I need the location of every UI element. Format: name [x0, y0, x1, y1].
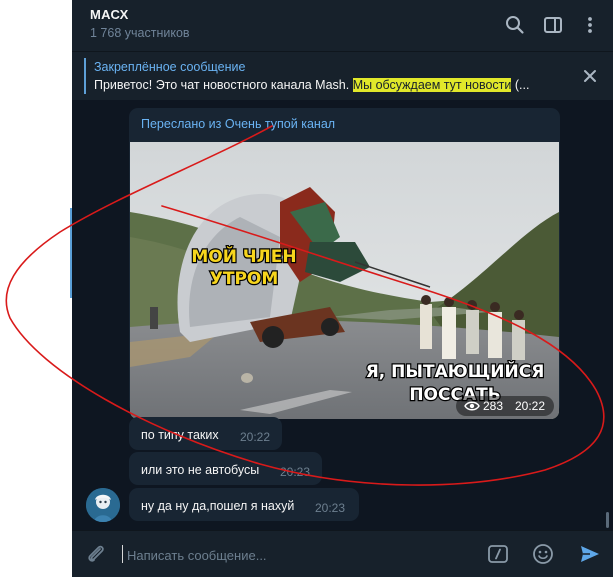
chat-window: МАСХ 1 768 участников Закреплённое сообщ…: [72, 0, 613, 577]
meme-top-line-1: МОЙ ЧЛЕН: [191, 245, 296, 267]
message-time: 20:23: [315, 501, 346, 515]
forwarded-message[interactable]: Переслано из Очень тупой канал МОЙ ЧЛЕН …: [129, 108, 560, 419]
scrollbar[interactable]: [606, 512, 609, 528]
member-count: 1 768 участников: [90, 26, 190, 40]
message-text: или это не автобусы: [141, 463, 260, 477]
message-bubble[interactable]: ну да ну да,пошел я нахуй 20:23: [129, 488, 359, 521]
search-icon[interactable]: [502, 12, 528, 38]
message-bubble[interactable]: или это не автобусы 20:23: [129, 452, 322, 485]
message-time: 20:23: [280, 465, 311, 479]
pinned-accent-bar: [84, 58, 86, 94]
message-time: 20:22: [515, 399, 546, 413]
emoji-icon[interactable]: [531, 542, 555, 566]
pinned-message-bar[interactable]: Закреплённое сообщение Приветос! Это чат…: [72, 51, 613, 101]
view-count: 283: [483, 399, 504, 413]
forward-label[interactable]: Переслано из Очень тупой канал: [141, 117, 335, 131]
pinned-text-start: Приветос! Это чат новостного канала Mash…: [94, 78, 353, 92]
pinned-text-end: (...: [511, 78, 530, 92]
more-icon[interactable]: [577, 12, 603, 38]
avatar-image: [86, 488, 120, 522]
left-pane: [0, 0, 72, 576]
meme-image: МОЙ ЧЛЕН УТРОМ Я, ПЫТАЮЩИЙСЯ ПОССАТЬ: [130, 142, 559, 419]
avatar[interactable]: [86, 488, 120, 522]
chat-header[interactable]: МАСХ 1 768 участников: [72, 0, 613, 50]
message-bubble[interactable]: по типу таких 20:22: [129, 417, 282, 450]
sidebar-toggle-icon[interactable]: [540, 12, 566, 38]
close-icon[interactable]: [580, 66, 600, 86]
message-composer: [72, 530, 613, 577]
attach-icon[interactable]: [84, 542, 108, 566]
pinned-text-highlight: Мы обсуждаем тут новости: [352, 78, 512, 92]
meme-top-line-2: УТРОМ: [210, 269, 279, 289]
chat-title[interactable]: МАСХ: [90, 7, 129, 22]
commands-icon[interactable]: [486, 542, 510, 566]
pinned-text: Приветос! Это чат новостного канала Mash…: [94, 78, 529, 92]
eye-icon: [464, 401, 480, 411]
message-list[interactable]: Переслано из Очень тупой канал МОЙ ЧЛЕН …: [72, 100, 613, 530]
photo-meta: 283 20:22: [456, 396, 554, 416]
meme-bottom-line-1: Я, ПЫТАЮЩИЙСЯ: [366, 360, 545, 382]
pinned-title: Закреплённое сообщение: [94, 60, 246, 74]
text-cursor: [122, 545, 123, 563]
message-text: ну да ну да,пошел я нахуй: [141, 499, 295, 513]
meme-photo[interactable]: МОЙ ЧЛЕН УТРОМ Я, ПЫТАЮЩИЙСЯ ПОССАТЬ: [130, 142, 559, 419]
message-time: 20:22: [240, 430, 271, 444]
message-input[interactable]: [127, 545, 457, 565]
message-text: по типу таких: [141, 428, 219, 442]
send-icon[interactable]: [578, 542, 602, 566]
